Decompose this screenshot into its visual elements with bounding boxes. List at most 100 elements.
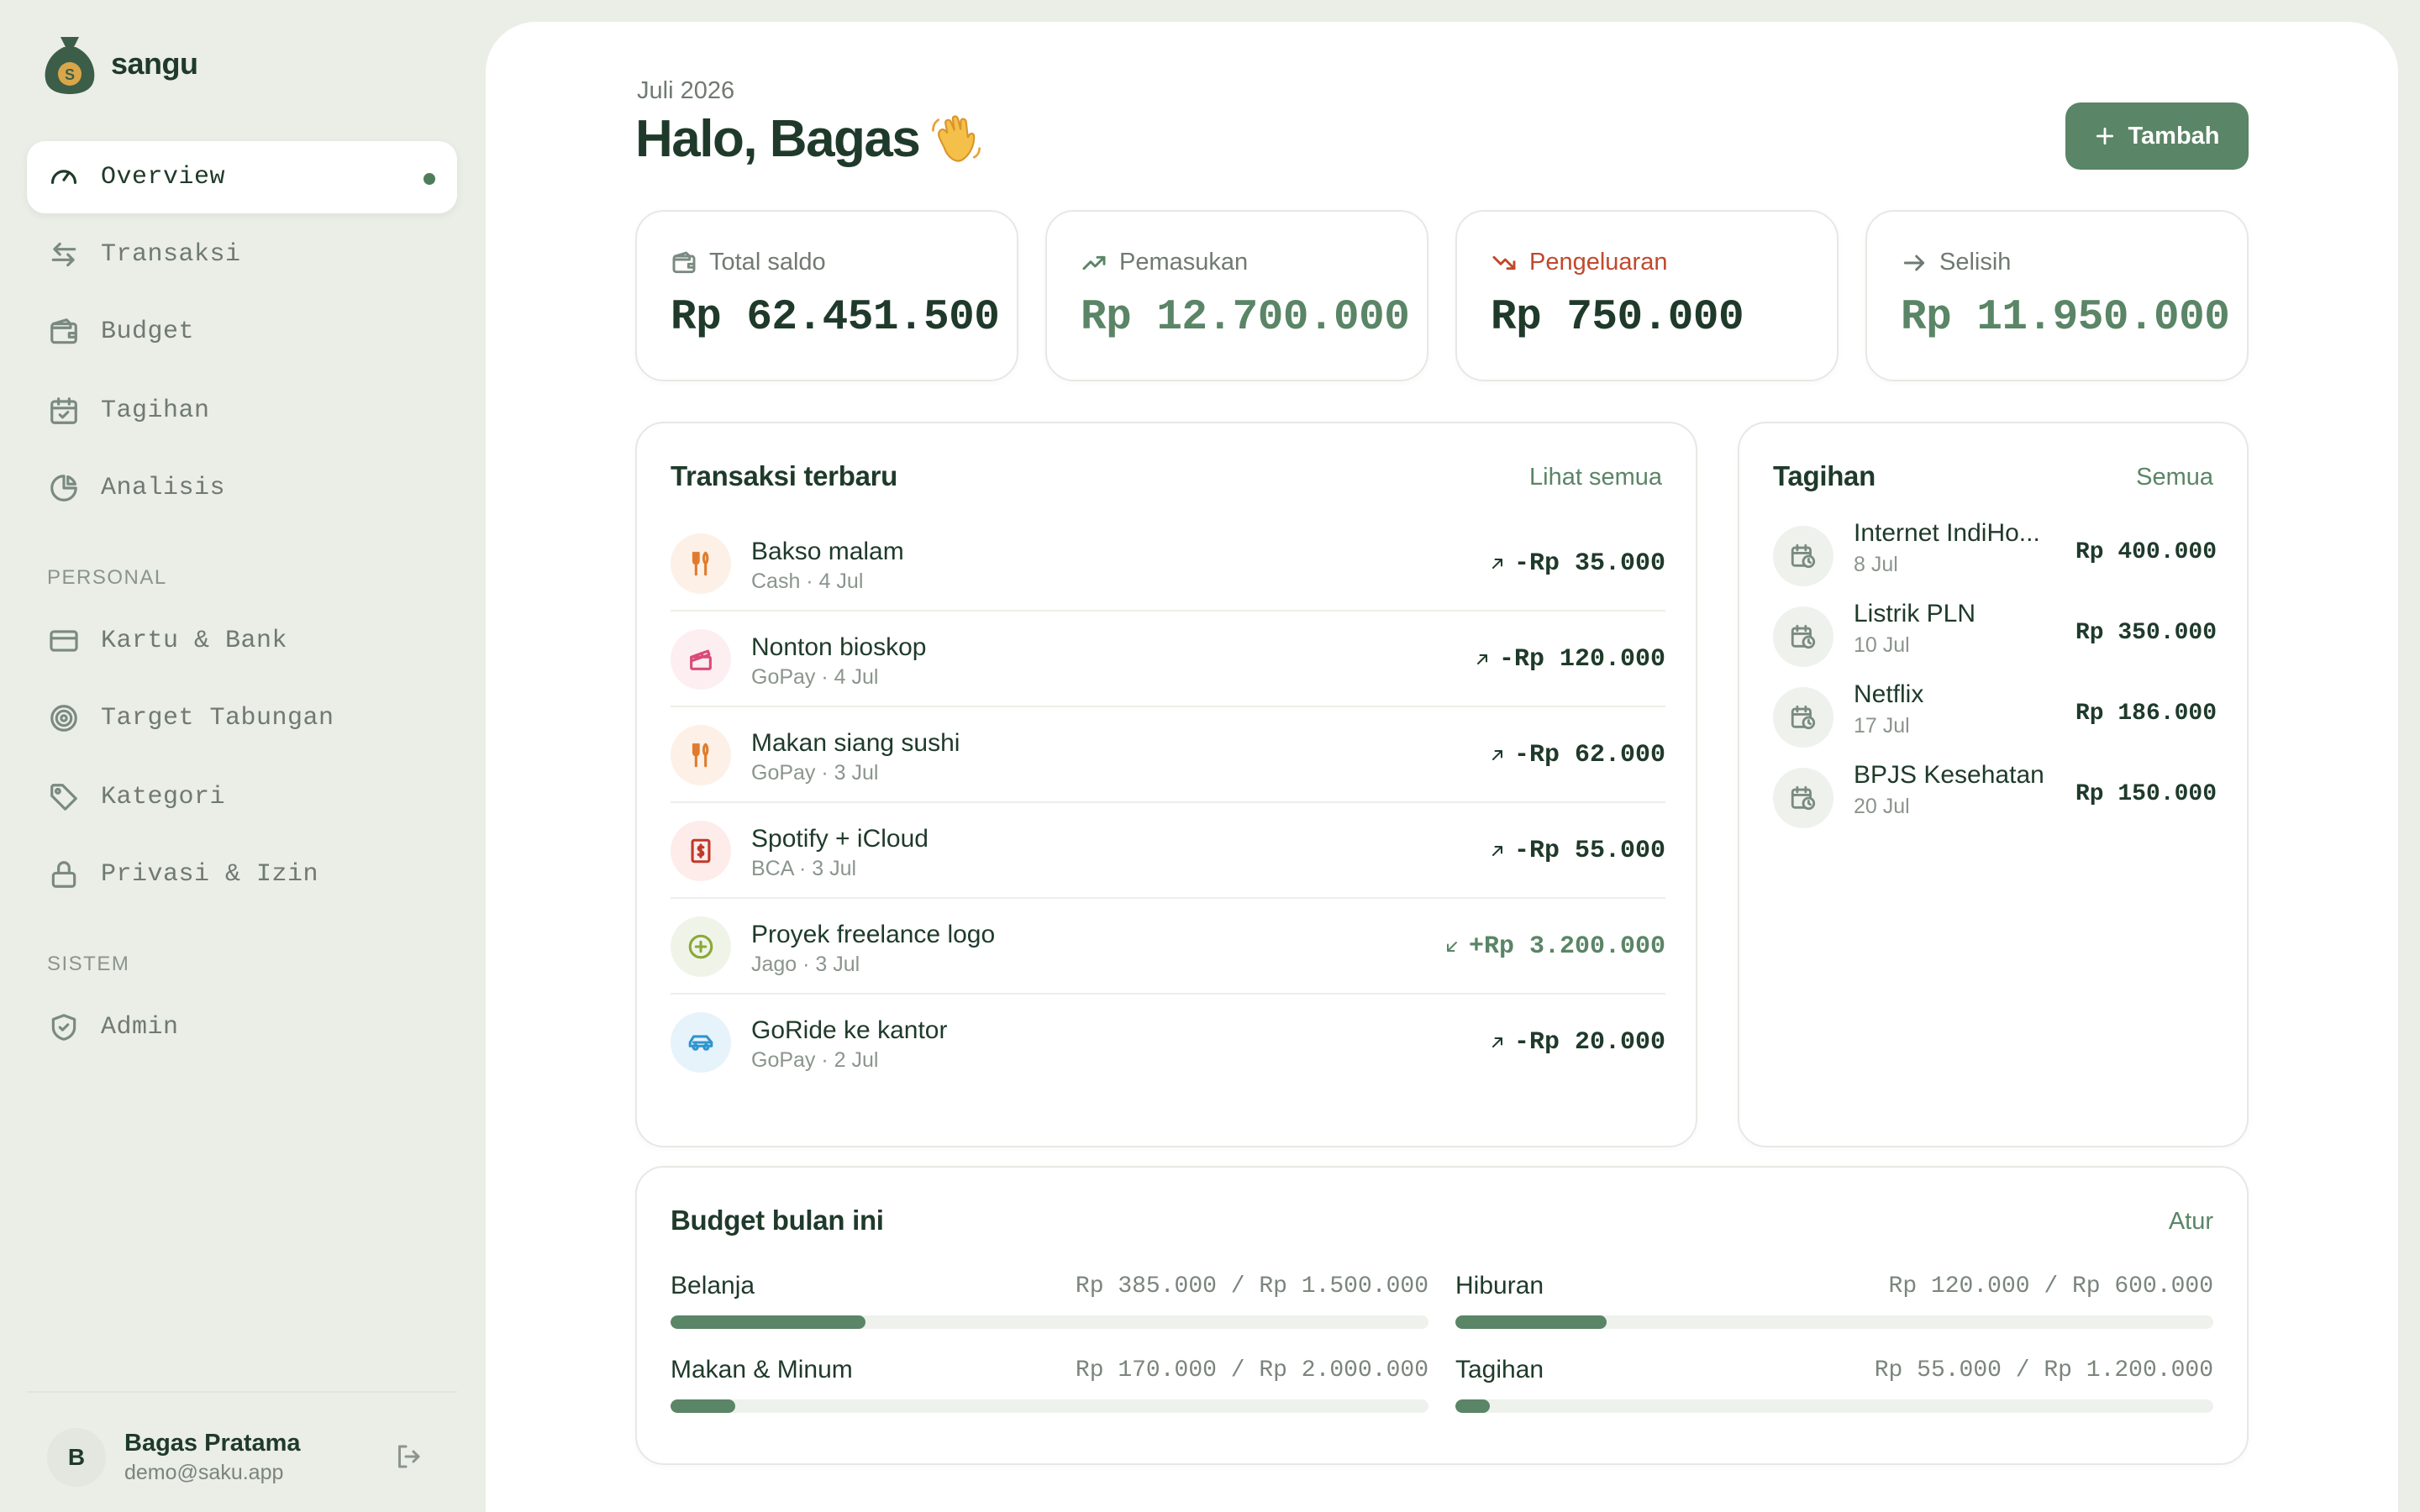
budget-progress-fill [671,1399,735,1413]
budget-progress-bar [671,1315,1428,1329]
sidebar-item-label: Kategori [101,783,226,811]
budget-progress-fill [1455,1315,1607,1329]
transaction-row[interactable]: Bakso malam Cash · 4 Jul -Rp 35.000 [671,516,1665,612]
receipt-icon [671,821,731,881]
tag-icon [47,780,81,814]
budget-progress-bar [1455,1315,2213,1329]
stat-value: Rp 11.950.000 [1901,294,2230,342]
sidebar-item-label: Transaksi [101,240,241,269]
budget-item[interactable]: Makan & Minum Rp 170.000 / Rp 2.000.000 [671,1356,1428,1415]
sidebar-item-privasi-izin[interactable]: Privasi & Izin [27,838,457,911]
transaction-meta: GoPay · 2 Jul [751,1048,879,1072]
gauge-icon [47,160,81,194]
wallet-icon [672,251,696,273]
transaction-meta: Jago · 3 Jul [751,953,860,976]
trend-down-icon [1492,255,1516,270]
logout-button[interactable] [393,1441,427,1475]
transaction-name: Spotify + iCloud [751,825,929,853]
sidebar-item-label: Target Tabungan [101,704,334,732]
bill-amount: Rp 186.000 [2075,701,2217,727]
transfer-arrows-icon [47,238,81,271]
user-name: Bagas Pratama [124,1430,301,1457]
sidebar-item-label: Budget [101,318,195,346]
sidebar: S sangu Overview Transaksi Budget Tagiha… [0,0,486,1512]
sidebar-item-transaksi[interactable]: Transaksi [27,218,457,291]
plus-circle-icon [671,916,731,977]
main-content: Juli 2026 Halo, Bagas Tambah Total saldo… [486,22,2398,1512]
trend-up-icon [1082,255,1106,270]
user-email: demo@saku.app [124,1461,284,1484]
stat-value: Rp 12.700.000 [1081,294,1410,342]
sidebar-item-kartu-bank[interactable]: Kartu & Bank [27,605,457,677]
bill-due-date: 17 Jul [1854,714,1910,738]
current-period: Juli 2026 [637,77,735,104]
transaction-row[interactable]: Nonton bioskop GoPay · 4 Jul -Rp 120.000 [671,612,1665,707]
bill-due-date: 8 Jul [1854,553,1898,576]
sidebar-item-target-tabungan[interactable]: Target Tabungan [27,682,457,754]
arrow-down-left-icon [1446,942,1457,952]
budget-progress-bar [1455,1399,2213,1413]
bill-name: Internet IndiHo... [1854,519,2040,547]
bill-name: Netflix [1854,680,1924,708]
transaction-row[interactable]: Spotify + iCloud BCA · 3 Jul -Rp 55.000 [671,803,1665,899]
sidebar-item-admin[interactable]: Admin [27,991,457,1063]
budget-amount: Rp 120.000 / Rp 600.000 [1888,1273,2213,1299]
wallet-icon [47,315,81,349]
stat-card-total-saldo: Total saldo Rp 62.451.500 [635,210,1018,381]
transaction-row[interactable]: GoRide ke kantor GoPay · 2 Jul -Rp 20.00… [671,995,1665,1090]
bill-amount: Rp 150.000 [2075,781,2217,807]
transaction-amount: -Rp 55.000 [1489,837,1665,865]
budget-item[interactable]: Belanja Rp 385.000 / Rp 1.500.000 [671,1272,1428,1331]
brand[interactable]: S sangu [42,32,198,96]
stat-card-pengeluaran: Pengeluaran Rp 750.000 [1455,210,1839,381]
stat-card-pemasukan: Pemasukan Rp 12.700.000 [1045,210,1428,381]
transaction-amount: -Rp 120.000 [1474,645,1665,674]
greeting-text: Halo, Bagas [635,110,921,168]
arrow-up-right-icon [1491,559,1502,569]
manage-budget-link[interactable]: Atur [2169,1208,2213,1236]
bill-row[interactable]: BPJS Kesehatan 20 Jul Rp 150.000 [1773,759,2217,835]
bill-amount: Rp 350.000 [2075,620,2217,646]
bill-row[interactable]: Netflix 17 Jul Rp 186.000 [1773,679,2217,754]
sidebar-item-tagihan[interactable]: Tagihan [27,375,457,447]
budget-category: Belanja [671,1272,755,1299]
utensils-icon [671,533,731,594]
active-indicator-dot [424,173,435,185]
budget-item[interactable]: Tagihan Rp 55.000 / Rp 1.200.000 [1455,1356,2213,1415]
sidebar-item-label: Tagihan [101,396,210,425]
sidebar-item-kategori[interactable]: Kategori [27,761,457,833]
arrow-up-right-icon [1491,1037,1502,1047]
budget-category: Makan & Minum [671,1356,853,1383]
transaction-name: Makan siang sushi [751,729,960,757]
stat-label: Pemasukan [1119,249,1249,276]
bill-due-date: 20 Jul [1854,795,1910,818]
user-profile[interactable]: B Bagas Pratama demo@saku.app [47,1428,301,1487]
arrow-up-right-icon [1491,846,1502,856]
page-title: Halo, Bagas [635,109,985,169]
sidebar-item-budget[interactable]: Budget [27,296,457,368]
pie-chart-icon [47,471,81,505]
sidebar-item-label: Kartu & Bank [101,627,288,655]
transaction-amount: -Rp 35.000 [1489,549,1665,578]
shield-check-icon [47,1011,81,1044]
sidebar-item-analisis[interactable]: Analisis [27,452,457,524]
budget-amount: Rp 385.000 / Rp 1.500.000 [1075,1273,1428,1299]
transaction-name: Bakso malam [751,538,904,565]
bill-row[interactable]: Listrik PLN 10 Jul Rp 350.000 [1773,598,2217,674]
add-button[interactable]: Tambah [2065,102,2249,170]
sidebar-item-overview[interactable]: Overview [27,141,457,213]
see-all-bills-link[interactable]: Semua [2136,464,2213,491]
bill-name: BPJS Kesehatan [1854,761,2044,789]
see-all-transactions-link[interactable]: Lihat semua [1529,464,1662,491]
logout-icon [398,1445,420,1468]
arrow-up-right-icon [1491,750,1502,760]
transaction-row[interactable]: Makan siang sushi GoPay · 3 Jul -Rp 62.0… [671,707,1665,803]
transaction-meta: GoPay · 3 Jul [751,761,879,785]
recent-transactions-panel: Transaksi terbaru Lihat semua Bakso mala… [635,422,1697,1147]
transaction-row[interactable]: Proyek freelance logo Jago · 3 Jul +Rp 3… [671,899,1665,995]
section-label-sistem: SISTEM [47,953,130,975]
budget-item[interactable]: Hiburan Rp 120.000 / Rp 600.000 [1455,1272,2213,1331]
budget-amount: Rp 55.000 / Rp 1.200.000 [1874,1357,2213,1383]
bill-row[interactable]: Internet IndiHo... 8 Jul Rp 400.000 [1773,517,2217,593]
budget-progress-fill [671,1315,865,1329]
